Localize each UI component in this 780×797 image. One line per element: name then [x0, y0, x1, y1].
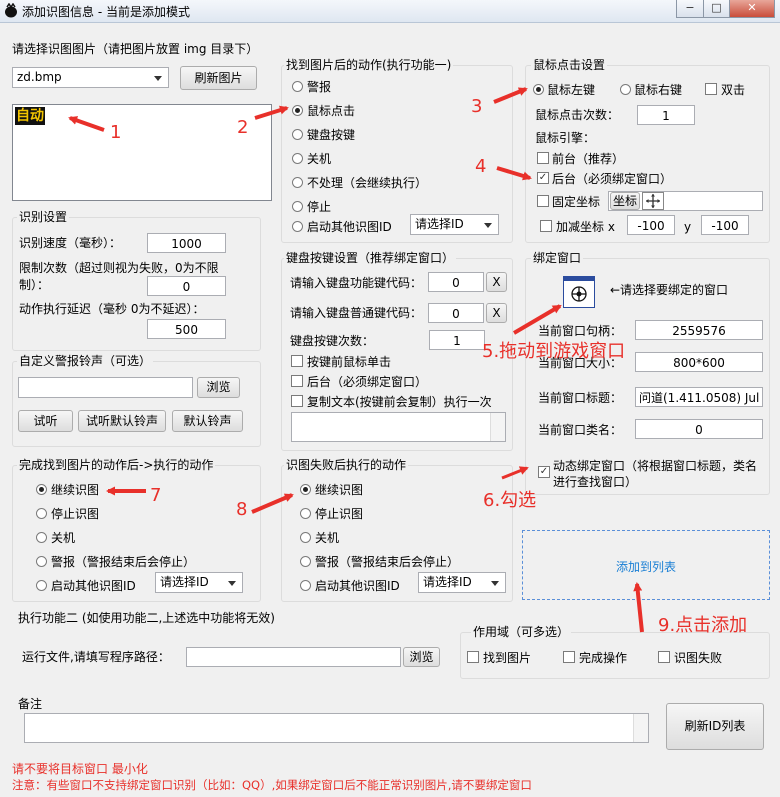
annotation-arrow-6	[501, 466, 529, 480]
annotation-2: 2	[237, 117, 249, 138]
annotation-arrows	[68, 87, 644, 633]
annotation-1: 1	[110, 122, 122, 143]
annotation-arrow-5	[512, 304, 562, 335]
annotation-6: 6.勾选	[483, 490, 537, 511]
annotation-8: 8	[236, 499, 248, 520]
annotation-4: 4	[475, 156, 487, 177]
annotation-9: 9.点击添加	[658, 615, 748, 636]
annotation-arrow-1	[68, 116, 105, 132]
annotation-arrow-9	[633, 582, 644, 633]
annotation-3: 3	[471, 96, 483, 117]
annotation-5: 5.拖动到游戏窗口	[482, 341, 626, 362]
annotation-7: 7	[150, 485, 162, 506]
annotation-arrow-8	[251, 493, 294, 514]
annotation-arrow-2	[254, 105, 289, 120]
annotation-arrow-3	[493, 87, 528, 104]
annotation-arrow-4	[496, 166, 532, 181]
